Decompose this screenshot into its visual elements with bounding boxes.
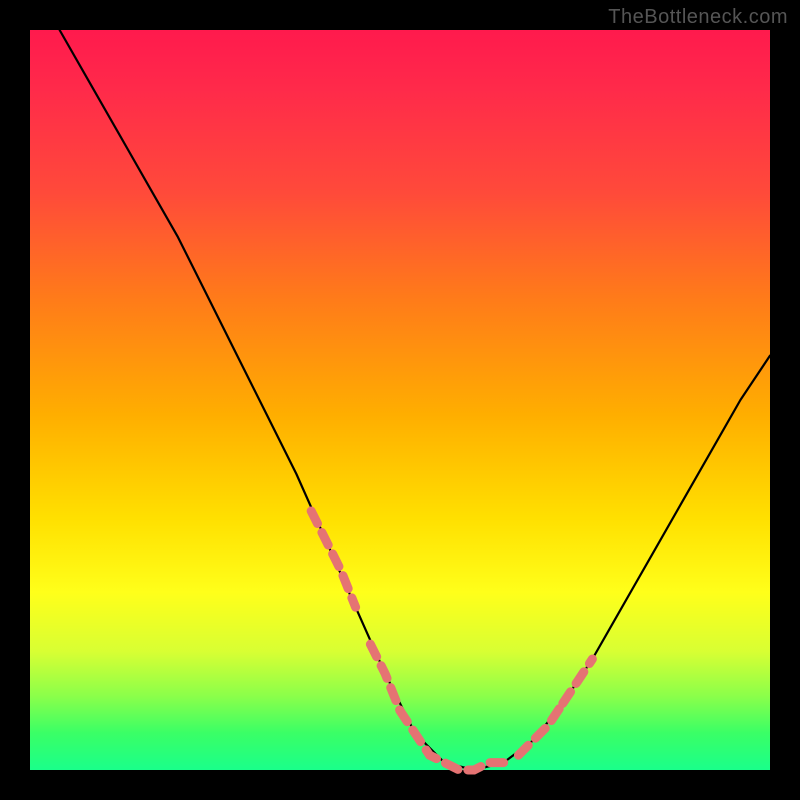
chart-overlay (30, 30, 770, 770)
bottleneck-curve (60, 30, 770, 770)
plot-area (30, 30, 770, 770)
chart-frame: TheBottleneck.com (0, 0, 800, 800)
highlight-segments (311, 511, 592, 770)
watermark-text: TheBottleneck.com (608, 6, 788, 29)
